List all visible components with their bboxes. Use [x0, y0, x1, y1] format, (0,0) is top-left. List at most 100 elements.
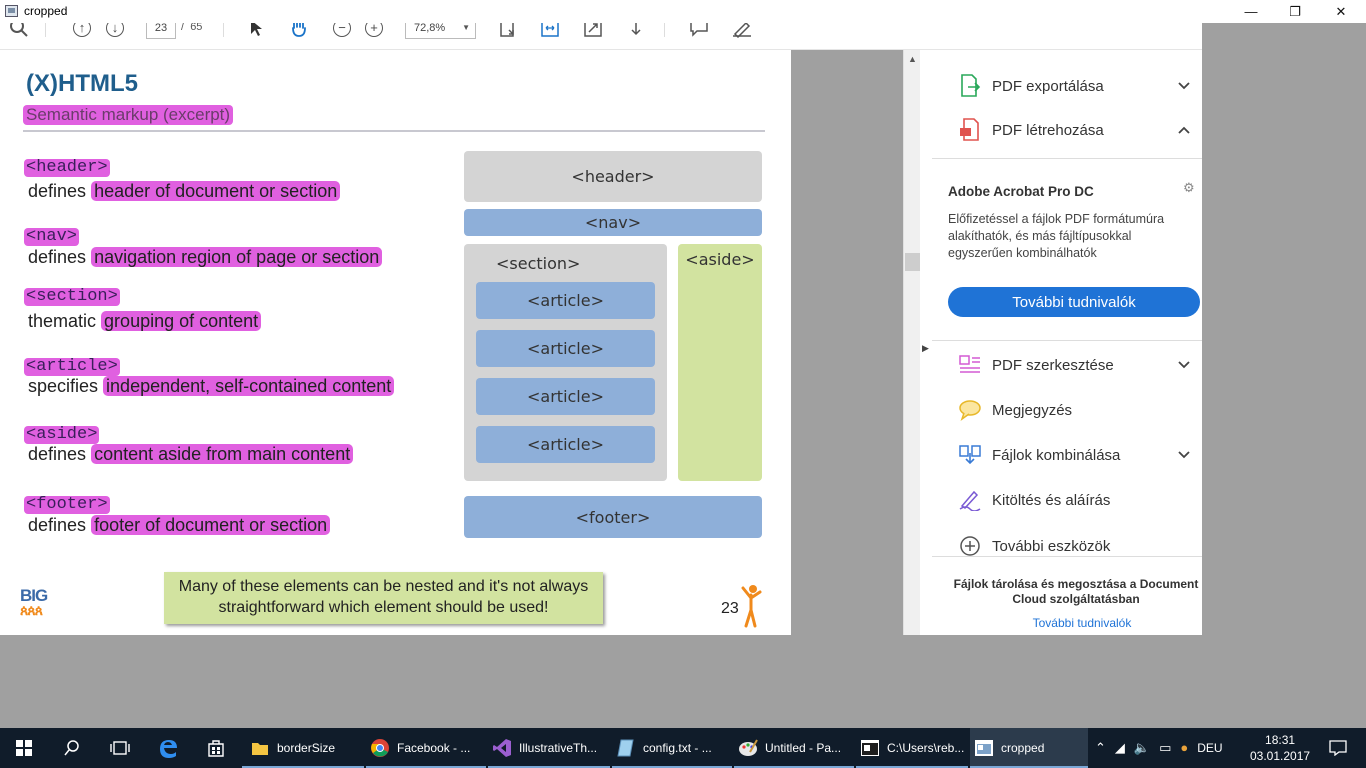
pane-divider [932, 556, 1202, 557]
collapse-arrow-icon[interactable]: ▶ [922, 343, 929, 354]
big-logo: BIG ጰጰጰ [20, 586, 48, 618]
scroll-up-icon[interactable]: ▲ [904, 54, 921, 64]
task-view-button[interactable] [96, 728, 144, 768]
scroll-mode-icon[interactable] [625, 23, 647, 39]
pane-collapse-handle[interactable]: ▶ [920, 50, 932, 635]
definition-text: defines navigation region of page or sec… [28, 246, 383, 268]
taskbar-app[interactable]: C:\Users\reb... [856, 728, 968, 768]
tool-create-pdf[interactable]: PDF létrehozása [932, 110, 1202, 150]
taskbar-app[interactable]: config.txt - ... [612, 728, 732, 768]
window-title: cropped [24, 4, 68, 18]
pane-divider [932, 158, 1202, 159]
diagram-nav-block: <nav> [464, 209, 762, 236]
toolbar-divider [45, 23, 46, 37]
chevron-down-icon[interactable] [1178, 356, 1190, 372]
tag-label: <footer> [24, 495, 110, 514]
full-screen-icon[interactable] [582, 23, 604, 39]
zoom-in-icon[interactable]: + [363, 23, 385, 39]
diagram-article-block: <article> [476, 378, 655, 415]
promo-title: Adobe Acrobat Pro DC [948, 184, 1094, 199]
scrollbar-thumb[interactable] [905, 253, 920, 271]
taskbar: borderSize Facebook - ... IllustrativeTh… [0, 728, 1366, 768]
vertical-scrollbar[interactable]: ▲ [903, 50, 920, 635]
chevron-down-icon[interactable] [1178, 77, 1190, 93]
slide-page-number: 23 [721, 600, 739, 617]
diagram-aside-block: <aside> [678, 244, 762, 481]
hand-tool-icon[interactable] [288, 23, 310, 39]
learn-more-button[interactable]: További tudnivalók [948, 287, 1200, 317]
definition-text: specifies independent, self-contained co… [28, 375, 395, 397]
slide-subtitle: Semantic markup (excerpt) [23, 105, 234, 125]
notepad-icon [616, 738, 636, 758]
maximize-button[interactable]: ❐ [1272, 0, 1318, 23]
weather-icon[interactable]: ● [1180, 740, 1188, 756]
slide-title: (X)HTML5 [26, 70, 138, 97]
chevron-up-icon[interactable] [1178, 121, 1190, 137]
zoom-level-select[interactable]: 72,8% ▼ [405, 23, 476, 39]
page-number-input[interactable]: 23 [146, 23, 176, 39]
fill-sign-icon [957, 487, 983, 513]
tool-more-tools[interactable]: További eszközök [932, 526, 1202, 566]
notifications-button[interactable] [1318, 728, 1358, 768]
viewer-window: cropped — ❐ ✕ ↑ ↓ 23 / 65 − + 72,8% ▼ (X… [0, 0, 1366, 728]
taskbar-app[interactable]: borderSize [242, 728, 364, 768]
edge-button[interactable] [144, 728, 192, 768]
next-page-icon[interactable]: ↓ [104, 23, 126, 39]
zoom-out-icon[interactable]: − [331, 23, 353, 39]
taskbar-app[interactable]: IllustrativeTh... [488, 728, 610, 768]
minimize-button[interactable]: — [1228, 0, 1274, 23]
previous-page-icon[interactable]: ↑ [71, 23, 93, 39]
tool-export-pdf[interactable]: PDF exportálása [932, 66, 1202, 106]
export-pdf-icon [957, 73, 983, 99]
taskbar-app[interactable]: Facebook - ... [366, 728, 486, 768]
search-icon[interactable] [8, 23, 30, 39]
select-pointer-icon[interactable] [245, 23, 267, 39]
language-indicator[interactable]: DEU [1197, 741, 1222, 756]
comment-icon[interactable] [688, 23, 710, 39]
edit-pdf-icon [957, 352, 983, 378]
tool-edit-pdf[interactable]: PDF szerkesztése [932, 345, 1202, 385]
notification-icon [1329, 740, 1347, 756]
app-icon [5, 5, 18, 17]
close-button[interactable]: ✕ [1318, 0, 1364, 23]
diagram-header-block: <header> [464, 151, 762, 202]
battery-icon[interactable]: ▭ [1159, 740, 1171, 756]
tool-comment[interactable]: Megjegyzés [932, 390, 1202, 430]
promo-text: Előfizetéssel a fájlok PDF formátumúra a… [948, 212, 1165, 260]
stick-figure-logo [740, 584, 762, 635]
taskbar-app-active[interactable]: cropped [970, 728, 1088, 768]
tag-label: <nav> [24, 227, 80, 246]
network-icon[interactable]: ◢ [1115, 740, 1125, 756]
highlight-pen-icon[interactable] [731, 23, 753, 39]
search-button[interactable] [48, 728, 96, 768]
definition-text: defines header of document or section [28, 180, 341, 202]
definition-text: defines footer of document or section [28, 514, 331, 536]
toolbar: ↑ ↓ 23 / 65 − + 72,8% ▼ [0, 23, 1202, 50]
diagram-article-block: <article> [476, 282, 655, 319]
settings-icon[interactable]: ⚙ [1183, 180, 1195, 196]
fit-width-icon[interactable] [539, 23, 561, 39]
folder-icon [250, 738, 270, 758]
windows-icon [16, 740, 32, 756]
tool-combine-files[interactable]: Fájlok kombinálása [932, 435, 1202, 475]
start-button[interactable] [0, 728, 48, 768]
diagram-article-block: <article> [476, 426, 655, 463]
taskbar-app[interactable]: Untitled - Pa... [734, 728, 854, 768]
definition-text: defines content aside from main content [28, 443, 354, 465]
volume-icon[interactable]: 🔈 [1134, 740, 1150, 756]
console-icon [860, 738, 880, 758]
chevron-down-icon[interactable] [1178, 446, 1190, 462]
clock[interactable]: 18:31 03.01.2017 [1250, 732, 1310, 764]
cloud-storage-text: Fájlok tárolása és megosztása a Document… [953, 577, 1199, 606]
chevron-up-icon[interactable]: ⌃ [1095, 740, 1106, 756]
tag-label: <header> [24, 158, 110, 177]
fit-page-icon[interactable] [497, 23, 519, 39]
store-button[interactable] [192, 728, 240, 768]
document-area[interactable]: (X)HTML5 Semantic markup (excerpt) <head… [0, 50, 903, 635]
combine-files-icon [957, 442, 983, 468]
tag-label: <section> [24, 287, 120, 306]
cloud-storage-link[interactable]: További tudnivalók [932, 616, 1202, 630]
note-box: Many of these elements can be nested and… [164, 572, 603, 624]
tool-fill-sign[interactable]: Kitöltés és aláírás [932, 480, 1202, 520]
task-view-icon [110, 741, 130, 755]
